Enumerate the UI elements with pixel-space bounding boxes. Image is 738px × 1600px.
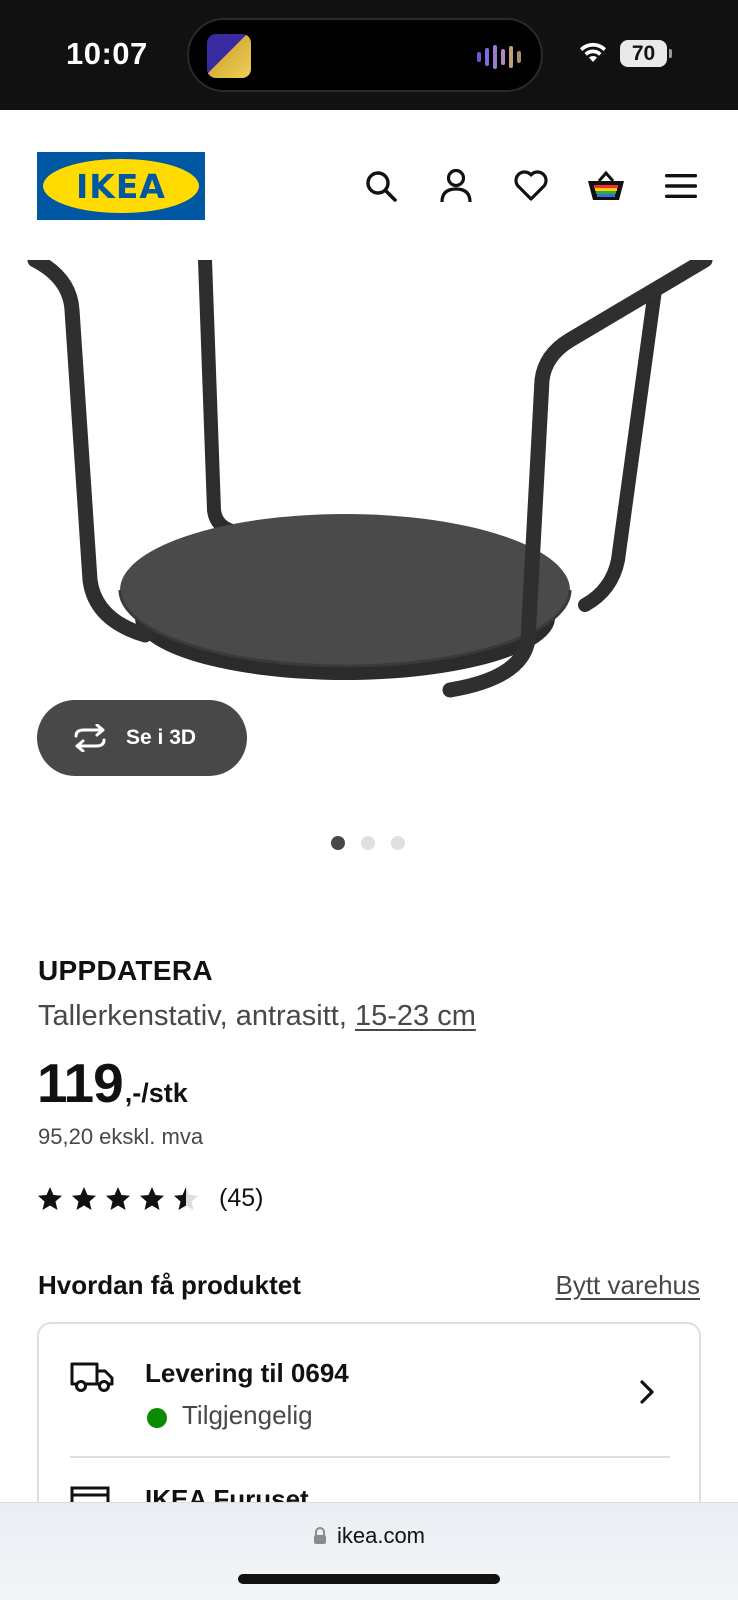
price-suffix: ,-/stk	[124, 1078, 188, 1108]
product-name: UPPDATERA	[38, 955, 213, 986]
ikea-logo[interactable]: IKEA	[37, 152, 205, 220]
rating-stars	[37, 1186, 199, 1211]
battery-tip	[669, 49, 672, 58]
star-icon	[106, 1187, 130, 1210]
product-rating[interactable]: (45)	[37, 1184, 263, 1213]
registered-mark	[191, 168, 199, 176]
truck-icon	[70, 1362, 114, 1392]
review-count: (45)	[219, 1184, 264, 1212]
carousel-dot[interactable]	[391, 836, 405, 850]
browser-address-bar[interactable]: ikea.com	[0, 1502, 738, 1600]
rotate-3d-icon	[74, 724, 106, 752]
price-excluding-vat: 95,20 ekskl. mva	[38, 1124, 204, 1149]
logo-oval: IKEA	[43, 159, 199, 213]
half-star-icon	[174, 1187, 198, 1210]
carousel-dot[interactable]	[361, 836, 375, 850]
view-3d-label: Se i 3D	[126, 726, 197, 749]
status-time: 10:07	[66, 36, 148, 71]
dynamic-island	[187, 18, 543, 92]
audio-waveform-icon	[477, 44, 521, 70]
change-store-link[interactable]: Bytt varehus	[555, 1270, 700, 1301]
star-icon	[140, 1187, 164, 1210]
lock-icon	[313, 1527, 326, 1544]
product-description: Tallerkenstativ, antrasitt, 15-23 cm	[38, 1000, 476, 1033]
url-display[interactable]: ikea.com	[0, 1523, 738, 1549]
availability-heading: Hvordan få produktet	[38, 1270, 301, 1300]
home-indicator[interactable]	[238, 1574, 500, 1584]
chevron-right-icon	[640, 1380, 654, 1404]
cart-icon[interactable]	[586, 166, 626, 206]
heart-icon[interactable]	[511, 166, 551, 206]
product-size-link[interactable]: 15-23 cm	[355, 1000, 476, 1032]
delivery-title: Levering til 0694	[145, 1358, 349, 1388]
image-carousel-dots	[331, 836, 405, 850]
product-description-text: Tallerkenstativ, antrasitt,	[38, 1000, 347, 1032]
delivery-option[interactable]: Levering til 0694 Tilgjengelig	[39, 1324, 699, 1458]
delivery-status: Tilgjengelig	[182, 1400, 313, 1430]
price-amount: 119	[37, 1052, 124, 1114]
view-3d-button[interactable]: Se i 3D	[37, 700, 247, 776]
product-price: 119 ,-/stk	[37, 1051, 188, 1115]
status-bar: 10:07 70	[0, 0, 738, 110]
account-icon[interactable]	[436, 166, 476, 206]
url-text: ikea.com	[336, 1523, 426, 1548]
menu-icon[interactable]	[661, 166, 701, 206]
star-icon	[38, 1187, 62, 1210]
battery-indicator: 70	[620, 40, 667, 67]
now-playing-artwork	[207, 34, 251, 78]
wifi-icon	[580, 42, 606, 62]
carousel-dot[interactable]	[331, 836, 345, 850]
card-divider	[70, 1456, 670, 1458]
search-icon[interactable]	[361, 166, 401, 206]
availability-status-dot	[147, 1408, 167, 1428]
star-icon	[72, 1187, 96, 1210]
logo-text: IKEA	[76, 166, 166, 206]
